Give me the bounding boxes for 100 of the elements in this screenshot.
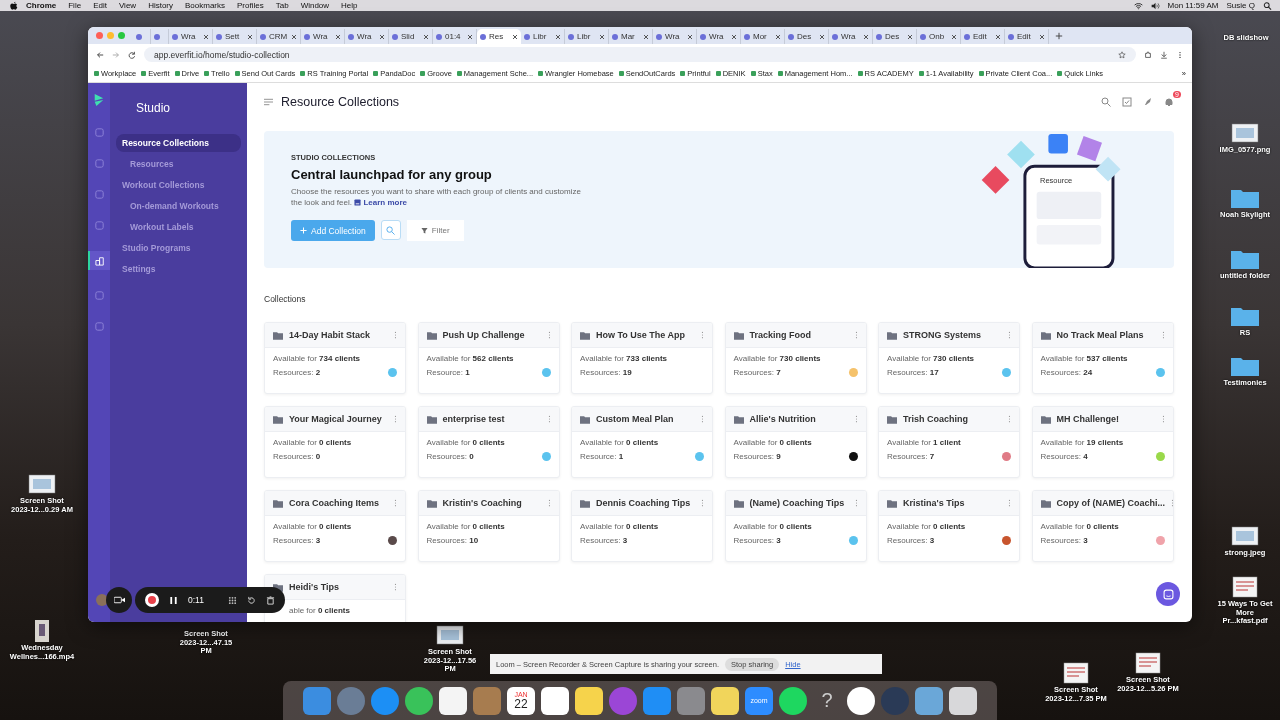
browser-tab[interactable]: Onb xyxy=(917,29,961,44)
close-tab-icon[interactable] xyxy=(643,33,649,40)
filter-button[interactable]: Filter xyxy=(406,220,464,242)
collection-card[interactable]: Kristina's Tips Available for 0 clients Resources: 3 xyxy=(878,490,1020,562)
close-tab-icon[interactable] xyxy=(731,33,737,40)
kebab-menu-icon[interactable] xyxy=(701,331,704,339)
star-icon[interactable] xyxy=(1118,50,1126,59)
back-icon[interactable] xyxy=(96,50,104,59)
checklist-icon[interactable] xyxy=(1122,97,1132,107)
collection-card[interactable]: (Name) Coaching Tips Available for 0 clients Resources: 3 xyxy=(724,490,867,562)
file-icon[interactable] xyxy=(1061,662,1091,684)
download-icon[interactable] xyxy=(1160,50,1168,59)
collection-card[interactable]: STRONG Systems Available for 730 clients Resources: 17 xyxy=(878,322,1020,394)
browser-tab[interactable]: Sett xyxy=(213,29,257,44)
sidebar-item[interactable]: Resource Collections xyxy=(116,134,241,152)
app-icon[interactable] xyxy=(405,686,433,715)
collection-card[interactable]: Copy of (NAME) Coachi... Available for 0 clients Resources: 3 xyxy=(1031,490,1174,562)
app-icon[interactable] xyxy=(575,686,603,715)
browser-tab[interactable]: Edit xyxy=(961,29,1005,44)
collection-card[interactable]: Trish Coaching Available for 1 client Resources: 7 xyxy=(878,406,1020,478)
browser-tab[interactable]: Wra xyxy=(697,29,741,44)
kebab-menu-icon[interactable] xyxy=(394,499,397,507)
image-file-icon[interactable] xyxy=(27,473,57,495)
trash-icon[interactable] xyxy=(265,595,275,605)
collection-card[interactable]: Allie's Nutrition Available for 0 clients Resources: 9 xyxy=(724,406,867,478)
kebab-menu-icon[interactable] xyxy=(394,415,397,423)
kebab-menu-icon[interactable] xyxy=(1008,331,1011,339)
close-tab-icon[interactable] xyxy=(335,33,341,40)
browser-tab[interactable]: Mar xyxy=(609,29,653,44)
kebab-menu-icon[interactable] xyxy=(1008,499,1011,507)
browser-tab[interactable]: Res xyxy=(477,29,521,44)
chat-button[interactable] xyxy=(1156,582,1180,606)
collection-card[interactable]: enterprise test Available for 0 clients Resources: 0 xyxy=(417,406,560,478)
collection-card[interactable]: MH Challenge! Available for 19 clients Resources: 4 xyxy=(1031,406,1174,478)
folder-icon[interactable] xyxy=(1230,187,1260,209)
menu-item[interactable]: View xyxy=(118,1,137,10)
menu-item[interactable]: History xyxy=(148,1,173,10)
browser-tab[interactable]: Des xyxy=(873,29,917,44)
menu-user[interactable]: Susie Q xyxy=(1226,1,1255,10)
close-tab-icon[interactable] xyxy=(995,33,1001,40)
close-tab-icon[interactable] xyxy=(1039,33,1045,40)
collection-card[interactable]: Your Magical Journey Available for 0 clients Resources: 0 xyxy=(264,406,406,478)
browser-tab[interactable]: Wra xyxy=(653,29,697,44)
browser-tab[interactable]: Slid xyxy=(389,29,433,44)
restart-icon[interactable] xyxy=(246,595,256,605)
pause-icon[interactable] xyxy=(169,595,178,605)
folder-icon[interactable] xyxy=(1230,248,1260,270)
collection-card[interactable]: Cora Coaching Items Available for 0 clients Resources: 3 xyxy=(264,490,406,562)
close-tab-icon[interactable] xyxy=(379,33,385,40)
help-icon[interactable]: ? xyxy=(813,686,841,715)
kebab-menu-icon[interactable] xyxy=(1161,415,1165,423)
studio-icon[interactable] xyxy=(88,251,111,270)
browser-tab[interactable]: Wra xyxy=(169,29,213,44)
stop-recording-button[interactable] xyxy=(145,593,159,607)
image-file-icon[interactable] xyxy=(1230,122,1260,144)
menu-clock[interactable]: Mon 11:59 AM xyxy=(1167,1,1219,10)
close-tab-icon[interactable] xyxy=(467,33,473,40)
collection-card[interactable]: Dennis Coaching Tips Available for 0 clients Resources: 3 xyxy=(571,490,713,562)
close-tab-icon[interactable] xyxy=(555,33,561,40)
volume-icon[interactable] xyxy=(1150,1,1160,10)
address-bar[interactable]: app.everfit.io/home/studio-collection xyxy=(144,47,1136,62)
reload-icon[interactable] xyxy=(128,50,136,59)
collection-card[interactable]: Heidi's Tips able for 0 clients xyxy=(264,574,406,622)
more-icon[interactable] xyxy=(1176,50,1184,59)
kebab-menu-icon[interactable] xyxy=(854,415,858,423)
app-icon[interactable] xyxy=(711,686,739,715)
close-tab-icon[interactable] xyxy=(775,33,781,40)
close-tab-icon[interactable] xyxy=(687,33,693,40)
menu-app-name[interactable]: Chrome xyxy=(26,1,57,10)
menu-item[interactable]: File xyxy=(68,1,82,10)
close-tab-icon[interactable] xyxy=(907,33,913,40)
collection-card[interactable]: Push Up Challenge Available for 562 clients Resource: 1 xyxy=(417,322,560,394)
new-tab-icon[interactable] xyxy=(1055,32,1063,40)
kebab-menu-icon[interactable] xyxy=(1161,331,1165,339)
app-icon[interactable] xyxy=(847,686,875,715)
close-tab-icon[interactable] xyxy=(863,33,869,40)
collection-card[interactable]: How To Use The App Available for 733 clients Resources: 19 xyxy=(571,322,713,394)
browser-tab[interactable]: Mor xyxy=(741,29,785,44)
app-icon[interactable] xyxy=(541,686,569,715)
browser-tab[interactable]: Des xyxy=(785,29,829,44)
kebab-menu-icon[interactable] xyxy=(394,583,397,591)
close-tab-icon[interactable] xyxy=(819,33,825,40)
browser-tab[interactable]: Edit xyxy=(1005,29,1049,44)
menu-item[interactable]: Bookmarks xyxy=(185,1,226,10)
collection-card[interactable]: Custom Meal Plan Available for 0 clients Resource: 1 xyxy=(571,406,713,478)
image-file-icon[interactable] xyxy=(1230,525,1260,547)
browser-tab[interactable]: Libr xyxy=(521,29,565,44)
app-icon[interactable] xyxy=(779,686,807,715)
close-tab-icon[interactable] xyxy=(599,33,605,40)
folder-icon[interactable] xyxy=(1230,355,1260,377)
search-icon[interactable] xyxy=(1263,1,1272,10)
file-icon[interactable] xyxy=(1133,652,1163,674)
browser-tab[interactable]: Libr xyxy=(565,29,609,44)
close-tab-icon[interactable] xyxy=(291,33,297,40)
kebab-menu-icon[interactable] xyxy=(854,499,858,507)
kebab-menu-icon[interactable] xyxy=(394,331,397,339)
collection-card[interactable]: 14-Day Habit Stack Available for 734 clients Resources: 2 xyxy=(264,322,406,394)
grid-icon[interactable] xyxy=(227,595,237,605)
browser-tab[interactable]: Wra xyxy=(301,29,345,44)
app-icon[interactable] xyxy=(439,686,467,715)
